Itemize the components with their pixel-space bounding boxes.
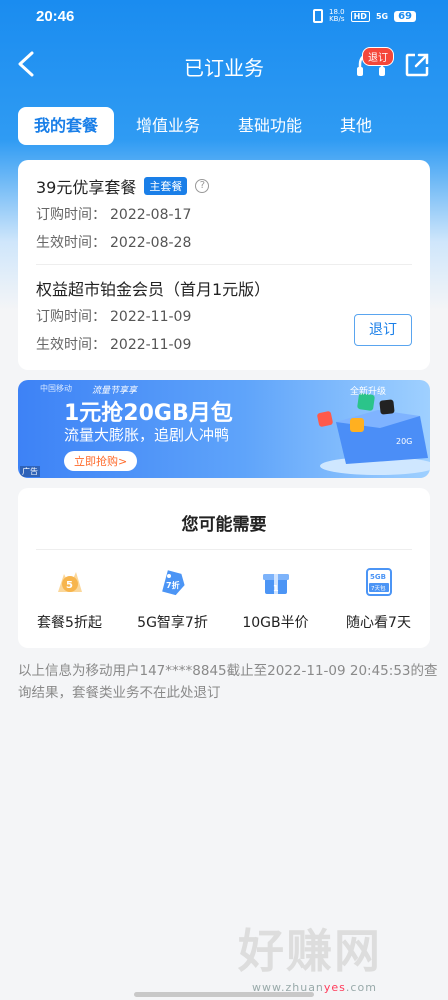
battery-icon: 69 xyxy=(394,10,416,22)
network-speed: 18.0 KB/s xyxy=(329,9,345,23)
vibrate-icon xyxy=(313,9,323,23)
help-icon[interactable]: ? xyxy=(195,179,210,193)
query-footnote: 以上信息为移动用户147****8845截止至2022-11-09 20:45:… xyxy=(18,663,438,701)
ad-label: 广告 xyxy=(20,466,40,477)
effect-time-label: 生效时间： xyxy=(36,337,106,353)
watermark-text: 好赚网 xyxy=(238,924,382,978)
rec-item-label: 套餐5折起 xyxy=(37,615,102,631)
plan-name: 权益超市铂金会员（首月1元版） xyxy=(36,280,271,299)
recommendations-list: 5 套餐5折起 7折 5G智享7折 1 10GB半价 5GB 7天包 随心看7天 xyxy=(18,566,430,632)
watermark-url-em: yes xyxy=(323,981,346,994)
rec-item-10gb-half-price[interactable]: 1 10GB半价 xyxy=(224,566,327,632)
plan-item: 39元优享套餐 主套餐 ? 订购时间： 2022-08-17 生效时间： 2022-… xyxy=(36,174,414,254)
gift-icon-text: 1 xyxy=(273,584,279,593)
status-bar: 20:46 18.0 KB/s HD 5G 69 xyxy=(0,0,448,34)
gift-box-illustration: 全新升级 20G xyxy=(317,385,430,475)
watermark-url-post: .com xyxy=(345,981,377,994)
tab-my-plan[interactable]: 我的套餐 xyxy=(18,107,115,145)
divider xyxy=(36,264,412,265)
banner-brand: 中国移动 xyxy=(40,384,72,393)
speed-unit: KB/s xyxy=(329,15,345,23)
recommendations-title: 您可能需要 xyxy=(181,515,267,535)
rec-item-label: 10GB半价 xyxy=(242,615,309,631)
tag-icon: 7折 xyxy=(161,570,185,596)
divider xyxy=(36,549,412,550)
tab-other[interactable]: 其他 xyxy=(324,107,388,145)
nav-bar: 已订业务 退订 xyxy=(0,40,448,90)
gift-icon: 1 xyxy=(262,574,289,594)
effect-time-label: 生效时间： xyxy=(36,235,106,251)
rec-item-7day-video[interactable]: 5GB 7天包 随心看7天 xyxy=(327,566,430,632)
banner-buy-button[interactable]: 立即抢购> xyxy=(64,451,138,471)
watermark: 好赚网 www.zhuanyes.com xyxy=(238,915,438,995)
rec-item-5g-discount[interactable]: 7折 5G智享7折 xyxy=(121,566,224,632)
rec-item-label: 随心看7天 xyxy=(346,615,411,631)
order-time-value: 2022-08-17 xyxy=(110,207,192,223)
hd-icon: HD xyxy=(350,10,370,22)
order-time-label: 订购时间： xyxy=(36,207,106,223)
tag-icon-text: 7折 xyxy=(166,580,180,590)
plan-name-row: 39元优享套餐 主套餐 ? xyxy=(36,174,414,198)
plans-card: 39元优享套餐 主套餐 ? 订购时间： 2022-08-17 生效时间： 2022-… xyxy=(18,160,430,370)
tab-bar: 我的套餐 增值业务 基础功能 其他 xyxy=(18,107,394,145)
data-card-icon: 5GB 7天包 xyxy=(365,568,392,596)
signal-icon: 5G xyxy=(375,11,389,21)
discount-icon: 5 xyxy=(57,572,82,592)
tab-value-added[interactable]: 增值业务 xyxy=(120,107,216,145)
plan-name-row: 权益超市铂金会员（首月1元版） xyxy=(36,276,414,300)
status-time: 20:46 xyxy=(36,8,75,25)
data-card-icon-text: 5GB xyxy=(370,573,386,581)
order-time-value: 2022-11-09 xyxy=(110,309,192,325)
recommendations-card: 您可能需要 5 套餐5折起 7折 5G智享7折 1 10GB半价 5GB 7天包… xyxy=(18,488,430,648)
rec-item-plan-discount[interactable]: 5 套餐5折起 xyxy=(18,566,121,632)
effect-time-value: 2022-11-09 xyxy=(110,337,192,353)
plan-name: 39元优享套餐 xyxy=(36,178,137,197)
unsubscribe-badge[interactable]: 退订 xyxy=(362,47,394,66)
effect-time-row: 生效时间： 2022-08-28 xyxy=(36,232,414,254)
discount-icon-text: 5 xyxy=(66,580,73,591)
effect-time-value: 2022-08-28 xyxy=(110,235,192,251)
order-time-row: 订购时间： 2022-08-17 xyxy=(36,204,414,226)
banner-subtitle: 流量大膨胀，追剧人冲鸭 xyxy=(64,426,230,444)
banner-title: 1元抢20GB月包 xyxy=(64,401,233,426)
home-indicator[interactable] xyxy=(134,992,314,997)
main-plan-badge: 主套餐 xyxy=(144,177,188,195)
rec-item-label: 5G智享7折 xyxy=(137,615,208,631)
order-time-label: 订购时间： xyxy=(36,309,106,325)
banner-art-label: 全新升级 xyxy=(350,385,386,397)
data-card-icon-sub: 7天包 xyxy=(371,584,386,592)
unsubscribe-button[interactable]: 退订 xyxy=(354,314,412,346)
status-icons: 18.0 KB/s HD 5G 69 xyxy=(313,9,416,23)
tab-basic-functions[interactable]: 基础功能 xyxy=(222,107,318,145)
banner-art-caption: 20G xyxy=(396,437,412,446)
promo-banner[interactable]: 中国移动 流量节享享 1元抢20GB月包 流量大膨胀，追剧人冲鸭 立即抢购> 广… xyxy=(18,380,430,478)
share-icon[interactable] xyxy=(404,52,430,78)
